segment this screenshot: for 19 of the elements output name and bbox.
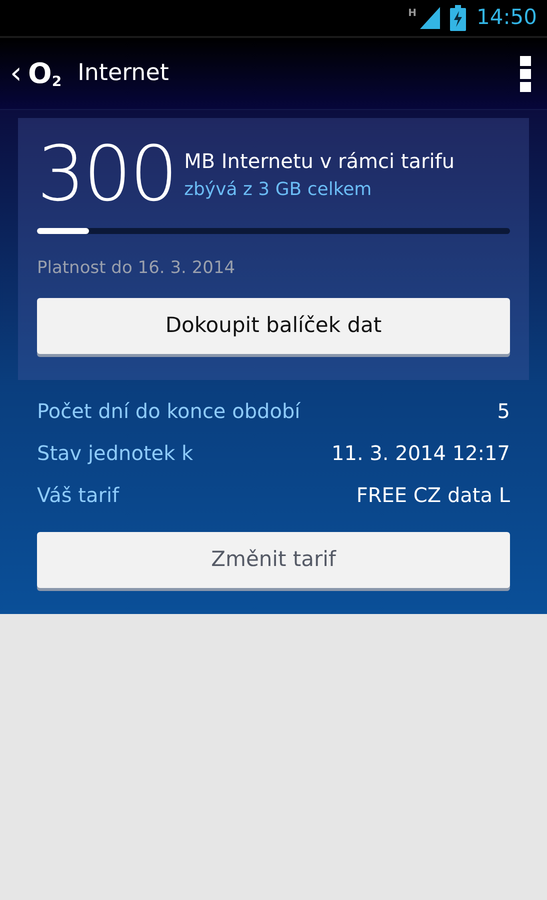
network-type-label: H xyxy=(408,7,416,21)
screen-title: Internet xyxy=(78,59,169,88)
data-unit-text: MB Internetu v rámci tarifu xyxy=(184,148,455,175)
detail-label: Váš tarif xyxy=(37,482,120,509)
validity-text: Platnost do 16. 3. 2014 xyxy=(37,257,236,280)
logo: O$_{2}$ xyxy=(28,60,62,88)
detail-label: Stav jednotek k xyxy=(37,440,194,467)
data-amount: 300 xyxy=(37,140,176,208)
clock: 14:50 xyxy=(476,4,537,32)
detail-label: Počet dní do konce období xyxy=(37,398,300,425)
detail-value: 11. 3. 2014 12:17 xyxy=(332,440,510,467)
battery-charging-icon xyxy=(450,5,466,31)
buy-data-button[interactable]: Dokoupit balíček dat xyxy=(37,298,510,354)
back-button[interactable]: ‹ xyxy=(8,58,24,88)
detail-value: 5 xyxy=(497,398,510,425)
remaining-text: zbývá z 3 GB celkem xyxy=(184,178,373,202)
menu-icon xyxy=(520,56,531,92)
signal-icon xyxy=(420,7,440,29)
detail-value: FREE CZ data L xyxy=(356,482,510,509)
